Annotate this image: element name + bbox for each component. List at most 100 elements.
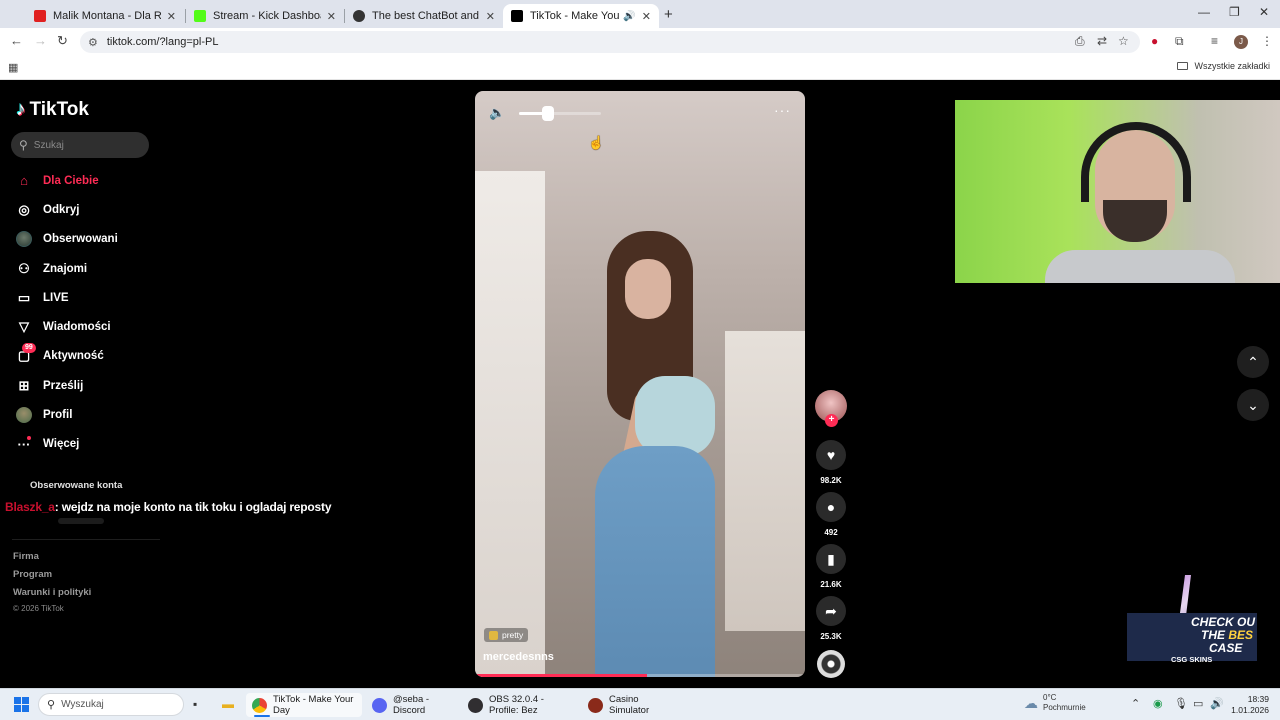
chrome-icon — [252, 697, 267, 713]
tiktok-note-icon: ♪ — [16, 99, 26, 120]
extensions-puzzle-icon[interactable]: ⧉ — [1175, 34, 1184, 49]
sidebar-item-wiecej[interactable]: ··· Więcej — [0, 430, 200, 459]
notification-dot — [27, 435, 31, 440]
tab-tiktok[interactable]: TikTok - Make Your Day 🔊 ✕ — [503, 4, 659, 28]
microphone-icon[interactable]: 🎙 — [1174, 697, 1188, 710]
reload-icon[interactable]: ↻ — [57, 33, 68, 49]
sidebar-item-dla-ciebie[interactable]: ⌂ Dla Ciebie — [0, 166, 200, 195]
minimize-button[interactable]: — — [1198, 5, 1210, 19]
tray-overflow-chevron-icon[interactable]: ⌃ — [1131, 697, 1140, 710]
webcam-person-beard — [1103, 200, 1167, 242]
video-frame-top — [635, 376, 715, 456]
sidebar-item-odkryj[interactable]: ◎ Odkryj — [0, 195, 200, 224]
close-tab-icon[interactable]: ✕ — [486, 10, 495, 23]
bookmarks-bar: ▦ Wszystkie zakładki — [0, 56, 1280, 80]
tab-title: The best ChatBot and Widgets — [372, 10, 480, 22]
restore-button[interactable]: ❐ — [1229, 5, 1240, 19]
sidebar-item-aktywnosc[interactable]: ▢ 99 Aktywność — [0, 342, 200, 371]
menu-kebab-icon[interactable]: ⋮ — [1261, 34, 1273, 48]
video-progress-bar[interactable] — [475, 674, 805, 677]
taskbar-app-label: OBS 32.0.4 - Profile: Bez — [489, 694, 544, 716]
kick-icon — [194, 10, 206, 22]
taskbar-app-obs[interactable]: OBS 32.0.4 - Profile: Bez — [462, 693, 582, 717]
volume-tray-icon[interactable]: 🔊 — [1210, 697, 1224, 710]
back-arrow-icon[interactable]: ← — [10, 33, 23, 48]
search-box[interactable]: ⚲ — [11, 132, 149, 158]
footer-link-firma[interactable]: Firma — [13, 551, 39, 562]
tiktok-logo[interactable]: ♪ TikTok — [16, 99, 89, 121]
sidebar-item-obserwowani[interactable]: Obserwowani — [0, 225, 200, 254]
windows-taskbar: ⚲ Wyszukaj ▪ ▬ TikTok - Make Your Day @s… — [0, 688, 1280, 720]
video-author[interactable]: mercedesnns — [483, 651, 554, 663]
live-tv-icon: ▭ — [17, 289, 31, 305]
speaker-icon[interactable]: 🔊 — [623, 11, 635, 22]
promo-line-2b: BES — [1228, 628, 1254, 642]
system-clock[interactable]: 18:39 1.01.2026 — [1225, 694, 1269, 716]
share-count: 25.3K — [820, 632, 842, 641]
follow-plus-button[interactable]: + — [825, 414, 838, 427]
close-window-button[interactable]: ✕ — [1259, 5, 1269, 19]
network-icon[interactable]: ▭ — [1193, 697, 1203, 710]
video-frame-shelf — [725, 331, 805, 631]
profile-avatar[interactable]: J — [1234, 35, 1248, 49]
youtube-icon — [34, 10, 46, 22]
comment-button[interactable]: ● — [816, 492, 846, 522]
sidebar-item-znajomi[interactable]: ⚇ Znajomi — [0, 254, 200, 283]
like-button[interactable]: ♥ — [816, 440, 846, 470]
windows-start-icon[interactable] — [14, 697, 29, 712]
bookmark-star-icon[interactable]: ☆ — [1118, 34, 1129, 48]
tab-kick-dashboard[interactable]: Stream - Kick Dashboard ✕ — [186, 4, 344, 28]
taskbar-app-chrome[interactable]: TikTok - Make Your Day — [246, 693, 362, 717]
sidebar-item-wiadomosci[interactable]: ▽ Wiadomości — [0, 312, 200, 341]
tray-security-icon[interactable]: ◉ — [1153, 697, 1163, 710]
extension-opera-icon[interactable]: ● — [1151, 34, 1158, 48]
task-view-icon[interactable]: ▪ — [193, 697, 197, 711]
video-player[interactable]: 🔈 ··· ☝ pretty mercedesnns — [475, 91, 805, 677]
previous-video-button[interactable]: ⌃ — [1237, 346, 1269, 378]
effect-tag[interactable]: pretty — [484, 628, 529, 642]
address-bar[interactable]: ⚙ tiktok.com/?lang=pl-PL — [80, 31, 1140, 53]
save-button[interactable]: ▮ — [816, 544, 846, 574]
close-tab-icon[interactable]: ✕ — [167, 10, 176, 23]
promo-line-3: CASE — [1209, 641, 1243, 655]
apps-grid-icon[interactable]: ▦ — [8, 61, 18, 74]
next-video-button[interactable]: ⌄ — [1237, 389, 1269, 421]
taskbar-app-discord[interactable]: @seba - Discord — [366, 693, 462, 717]
headphones-icon — [1081, 122, 1191, 202]
file-explorer-icon[interactable]: ▬ — [222, 697, 234, 711]
sidebar-item-live[interactable]: ▭ LIVE — [0, 283, 200, 312]
promo-line-2a: THE — [1201, 628, 1229, 642]
search-input[interactable] — [33, 139, 134, 151]
music-disc-icon[interactable] — [817, 650, 845, 678]
tab-malik-montana[interactable]: Malik Montana - Dla Rodziny (o ✕ — [26, 4, 184, 28]
tab-chatbot-widgets[interactable]: The best ChatBot and Widgets ✕ — [345, 4, 503, 28]
site-info-icon[interactable]: ⚙ — [88, 36, 98, 49]
footer-link-program[interactable]: Program — [13, 569, 52, 580]
tab-search-icon[interactable]: ≡ — [1211, 34, 1218, 48]
weather-widget[interactable]: ☁ 0°C Pochmurnie — [1024, 693, 1086, 713]
volume-icon[interactable]: 🔈 — [489, 105, 505, 121]
new-tab-button[interactable]: + — [664, 6, 673, 23]
close-tab-icon[interactable]: ✕ — [327, 10, 336, 23]
more-options-icon[interactable]: ··· — [774, 102, 791, 118]
promo-overlay: CHECK OU THE BES CASE CSG SKINS — [1125, 575, 1265, 667]
sidebar-item-profil[interactable]: Profil — [0, 400, 200, 429]
search-icon: ⚲ — [47, 699, 56, 711]
install-app-icon[interactable]: ⎙ — [1075, 34, 1085, 49]
messages-icon: ▽ — [19, 319, 29, 335]
taskbar-app-label: TikTok - Make Your Day — [273, 694, 354, 716]
taskbar-search[interactable]: ⚲ Wyszukaj — [38, 693, 184, 716]
close-tab-icon[interactable]: ✕ — [642, 10, 651, 23]
volume-handle[interactable] — [541, 106, 554, 121]
sidebar-item-label: Znajomi — [43, 262, 88, 275]
share-button[interactable]: ➦ — [816, 596, 846, 626]
translate-icon[interactable]: ⇄ — [1097, 34, 1107, 48]
video-progress-fill — [475, 674, 647, 677]
sidebar-item-przeslij[interactable]: ⊞ Prześlij — [0, 371, 200, 400]
taskbar-app-casino[interactable]: Casino Simulator — [582, 693, 682, 717]
all-bookmarks-button[interactable]: Wszystkie zakładki — [1177, 61, 1270, 71]
taskbar-app-label: @seba - Discord — [393, 694, 430, 716]
volume-slider[interactable] — [519, 106, 601, 121]
forward-arrow-icon[interactable]: → — [34, 33, 47, 48]
footer-link-warunki[interactable]: Warunki i polityki — [13, 587, 91, 598]
